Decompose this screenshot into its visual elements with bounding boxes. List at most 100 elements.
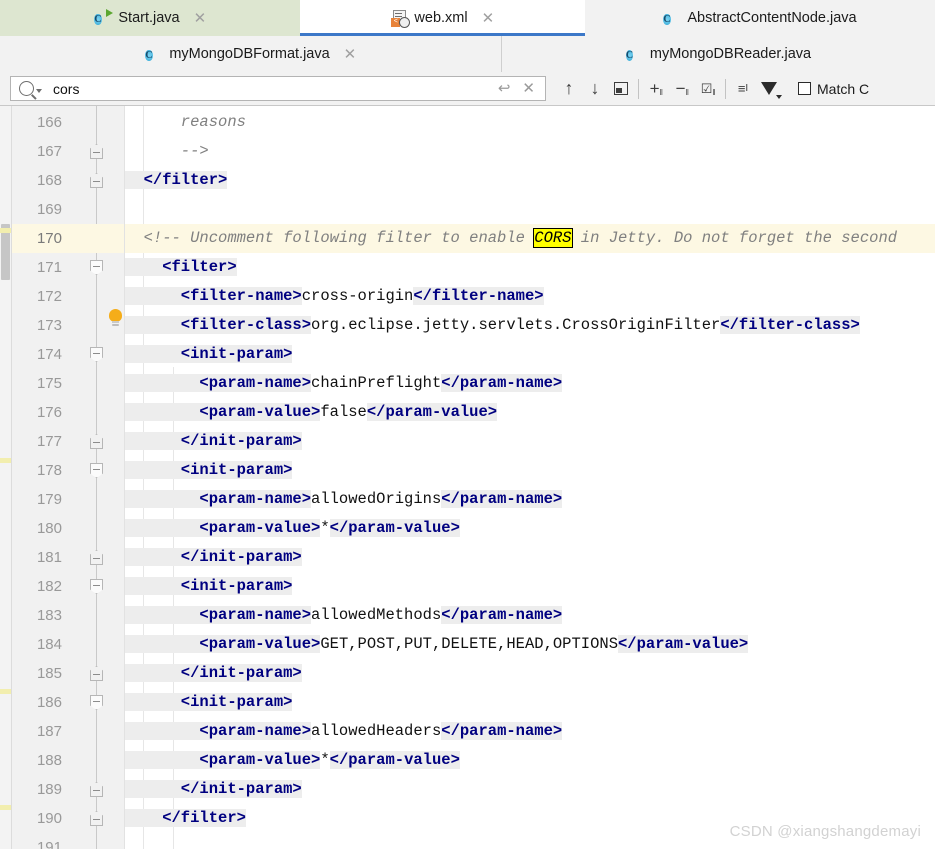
select-occurrences-button[interactable]: ☑ ‖ bbox=[695, 76, 721, 102]
search-result-marker[interactable] bbox=[0, 805, 11, 810]
gutter-row[interactable]: 177 bbox=[12, 427, 124, 456]
editor-tab-mymongodbformat-java[interactable]: C myMongoDBFormat.java ✕ bbox=[0, 36, 501, 72]
fold-collapse-icon[interactable] bbox=[90, 347, 103, 362]
gutter-row[interactable]: 166 bbox=[12, 108, 124, 137]
code-line[interactable]: <param-name>allowedMethods</param-name> bbox=[125, 601, 563, 630]
code-line[interactable]: </filter> bbox=[125, 804, 246, 833]
gutter-row[interactable]: 169 bbox=[12, 195, 124, 224]
checkbox-icon[interactable] bbox=[798, 82, 811, 95]
add-occurrence-button[interactable]: + ‖ bbox=[643, 76, 669, 102]
gutter-row[interactable]: 186 bbox=[12, 688, 124, 717]
code-line[interactable]: <param-name>allowedOrigins</param-name> bbox=[125, 485, 563, 514]
gutter-row[interactable]: 189 bbox=[12, 775, 124, 804]
code-line[interactable]: </init-param> bbox=[125, 659, 302, 688]
gutter-row[interactable]: 178 bbox=[12, 456, 124, 485]
search-icon[interactable] bbox=[19, 81, 34, 96]
gutter-row[interactable]: 172 bbox=[12, 282, 124, 311]
close-icon[interactable]: ✕ bbox=[482, 11, 495, 26]
code-line[interactable]: reasons bbox=[125, 108, 246, 137]
select-all-occurrences-button[interactable] bbox=[608, 76, 634, 102]
code-line[interactable]: <!-- Uncomment following filter to enabl… bbox=[125, 224, 897, 253]
code-line[interactable]: --> bbox=[125, 137, 209, 166]
code-line[interactable]: <init-param> bbox=[125, 456, 293, 485]
gutter-row[interactable]: 180 bbox=[12, 514, 124, 543]
line-number: 175 bbox=[36, 375, 62, 392]
code-line[interactable]: <init-param> bbox=[125, 572, 293, 601]
gutter-row[interactable]: 187 bbox=[12, 717, 124, 746]
code-line[interactable]: <param-name>allowedHeaders</param-name> bbox=[125, 717, 563, 746]
close-icon[interactable]: ✕ bbox=[194, 11, 207, 26]
fold-region-end-icon[interactable] bbox=[90, 144, 103, 159]
code-line[interactable]: <param-value>GET,POST,PUT,DELETE,HEAD,OP… bbox=[125, 630, 749, 659]
fold-collapse-icon[interactable] bbox=[90, 260, 103, 275]
line-number: 183 bbox=[36, 607, 62, 624]
code-line[interactable]: <param-value>false</param-value> bbox=[125, 398, 498, 427]
clear-search-icon[interactable]: ✕ bbox=[522, 81, 535, 96]
editor-marker-scrollbar[interactable] bbox=[0, 106, 12, 849]
line-number-gutter[interactable]: 166 167 168 169 170 171 172 173 174 175 176 177 178 1… bbox=[12, 106, 125, 849]
gutter-row[interactable]: 188 bbox=[12, 746, 124, 775]
fold-region-end-icon[interactable] bbox=[90, 811, 103, 826]
fold-region-end-icon[interactable] bbox=[90, 434, 103, 449]
editor-tab-mymongodbreader-java[interactable]: C myMongoDBReader.java bbox=[502, 36, 935, 72]
code-line[interactable]: <init-param> bbox=[125, 340, 293, 369]
gutter-row[interactable]: 168 bbox=[12, 166, 124, 195]
code-line[interactable]: <filter-class>org.eclipse.jetty.servlets… bbox=[125, 311, 860, 340]
search-result-marker[interactable] bbox=[0, 228, 11, 233]
filter-dropdown-button[interactable] bbox=[756, 76, 782, 102]
editor-tab-label: Start.java bbox=[118, 10, 180, 26]
chevron-down-icon[interactable] bbox=[36, 89, 42, 93]
gutter-row[interactable]: 191 bbox=[12, 833, 124, 849]
gutter-row[interactable]: 181 bbox=[12, 543, 124, 572]
search-input[interactable]: cors ↩ ✕ bbox=[10, 76, 546, 101]
fold-collapse-icon[interactable] bbox=[90, 463, 103, 478]
code-line[interactable]: <param-value>*</param-value> bbox=[125, 514, 460, 543]
code-line[interactable]: <filter-name>cross-origin</filter-name> bbox=[125, 282, 544, 311]
code-line[interactable]: </init-param> bbox=[125, 543, 302, 572]
gutter-row[interactable]: 185 bbox=[12, 659, 124, 688]
gutter-row[interactable]: 190 bbox=[12, 804, 124, 833]
xml-tag: <param-value> bbox=[125, 751, 321, 769]
fold-region-end-icon[interactable] bbox=[90, 173, 103, 188]
editor-tab-start-java[interactable]: C Start.java ✕ bbox=[0, 0, 300, 36]
gutter-row[interactable]: 184 bbox=[12, 630, 124, 659]
code-editor[interactable]: 166 167 168 169 170 171 172 173 174 175 176 177 178 1… bbox=[0, 106, 935, 849]
fold-collapse-icon[interactable] bbox=[90, 695, 103, 710]
intention-bulb-icon[interactable] bbox=[108, 309, 123, 329]
search-result-marker[interactable] bbox=[0, 689, 11, 694]
xml-tag: </init-param> bbox=[125, 664, 302, 682]
search-match[interactable]: CORS bbox=[533, 228, 573, 248]
gutter-row[interactable]: 176 bbox=[12, 398, 124, 427]
editor-tab-abstractcontentnode-java[interactable]: C AbstractContentNode.java bbox=[585, 0, 935, 36]
fold-region-end-icon[interactable] bbox=[90, 782, 103, 797]
code-line[interactable]: <filter> bbox=[125, 253, 237, 282]
close-icon[interactable]: ✕ bbox=[344, 47, 357, 62]
gutter-row[interactable]: 170 bbox=[12, 224, 124, 253]
remove-occurrence-button[interactable]: − ‖ bbox=[669, 76, 695, 102]
gutter-row[interactable]: 171 bbox=[12, 253, 124, 282]
gutter-row[interactable]: 182 bbox=[12, 572, 124, 601]
gutter-row[interactable]: 179 bbox=[12, 485, 124, 514]
gutter-row[interactable]: 174 bbox=[12, 340, 124, 369]
find-next-button[interactable]: ↓ bbox=[582, 76, 608, 102]
code-line[interactable]: <param-name>chainPreflight</param-name> bbox=[125, 369, 563, 398]
search-result-marker[interactable] bbox=[0, 458, 11, 463]
code-text-area[interactable]: reasons --> </filter> <!-- Uncomment fol… bbox=[125, 106, 935, 849]
gutter-row[interactable]: 183 bbox=[12, 601, 124, 630]
gutter-row[interactable]: 175 bbox=[12, 369, 124, 398]
code-line[interactable]: </init-param> bbox=[125, 427, 302, 456]
filter-lines-button[interactable]: ≡ I bbox=[730, 76, 756, 102]
code-line[interactable]: </filter> bbox=[125, 166, 228, 195]
fold-collapse-icon[interactable] bbox=[90, 579, 103, 594]
fold-region-end-icon[interactable] bbox=[90, 550, 103, 565]
match-case-checkbox[interactable]: Match C bbox=[798, 81, 869, 97]
code-line[interactable]: <param-value>*</param-value> bbox=[125, 746, 460, 775]
find-previous-button[interactable]: ↑ bbox=[556, 76, 582, 102]
code-line[interactable]: <init-param> bbox=[125, 688, 293, 717]
editor-tab-web-xml[interactable]: < web.xml ✕ bbox=[300, 0, 585, 36]
search-input-value[interactable]: cors bbox=[53, 81, 492, 97]
fold-region-end-icon[interactable] bbox=[90, 666, 103, 681]
code-line[interactable]: </init-param> bbox=[125, 775, 302, 804]
gutter-row[interactable]: 167 bbox=[12, 137, 124, 166]
return-arrow-icon[interactable]: ↩ bbox=[498, 81, 511, 96]
